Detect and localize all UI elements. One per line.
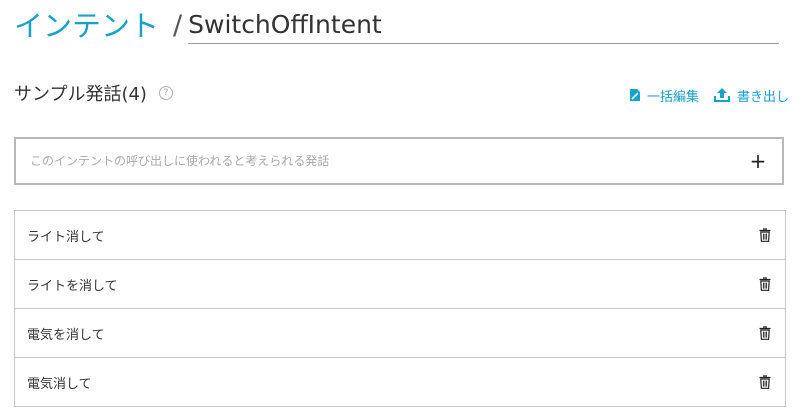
section-title: サンプル発話(4) — [14, 84, 147, 105]
utterance-text[interactable]: 電気消して — [27, 373, 757, 392]
intent-name[interactable]: SwitchOffIntent — [188, 7, 382, 43]
add-utterance-button[interactable]: + — [748, 151, 768, 171]
utterance-row[interactable]: ライト消して — [14, 211, 786, 260]
intent-name-field[interactable]: SwitchOffIntent — [188, 5, 779, 44]
breadcrumb-intents-link[interactable]: インテント — [14, 8, 159, 44]
upload-icon — [713, 88, 730, 102]
trash-icon[interactable] — [757, 275, 773, 293]
breadcrumb-separator: / — [173, 10, 183, 41]
utterance-text[interactable]: ライトを消して — [27, 275, 757, 294]
new-utterance-input[interactable] — [30, 154, 748, 168]
page-header: インテント / SwitchOffIntent — [14, 4, 779, 44]
export-label: 書き出し — [736, 89, 789, 105]
utterance-row[interactable]: ライトを消して — [14, 260, 786, 309]
utterance-row[interactable]: 電気を消して — [14, 309, 786, 358]
utterance-text[interactable]: 電気を消して — [27, 324, 757, 343]
bulk-edit-label: 一括編集 — [646, 89, 699, 105]
utterance-actions: 一括編集 書き出し — [629, 84, 789, 106]
trash-icon[interactable] — [757, 373, 773, 391]
document-edit-icon — [629, 89, 640, 101]
bulk-edit-button[interactable]: 一括編集 — [629, 86, 699, 105]
utterance-row[interactable]: 電気消して — [14, 358, 786, 407]
export-button[interactable]: 書き出し — [713, 86, 789, 105]
trash-icon[interactable] — [757, 226, 773, 244]
trash-icon[interactable] — [757, 324, 773, 342]
utterance-list: ライト消して ライトを消して 電気を消して 電気消して — [14, 210, 786, 407]
new-utterance-box: + — [14, 137, 784, 185]
utterance-text[interactable]: ライト消して — [27, 226, 757, 245]
sample-utterances-header: サンプル発話(4) ? — [14, 80, 173, 106]
question-circle-icon[interactable]: ? — [158, 86, 173, 100]
